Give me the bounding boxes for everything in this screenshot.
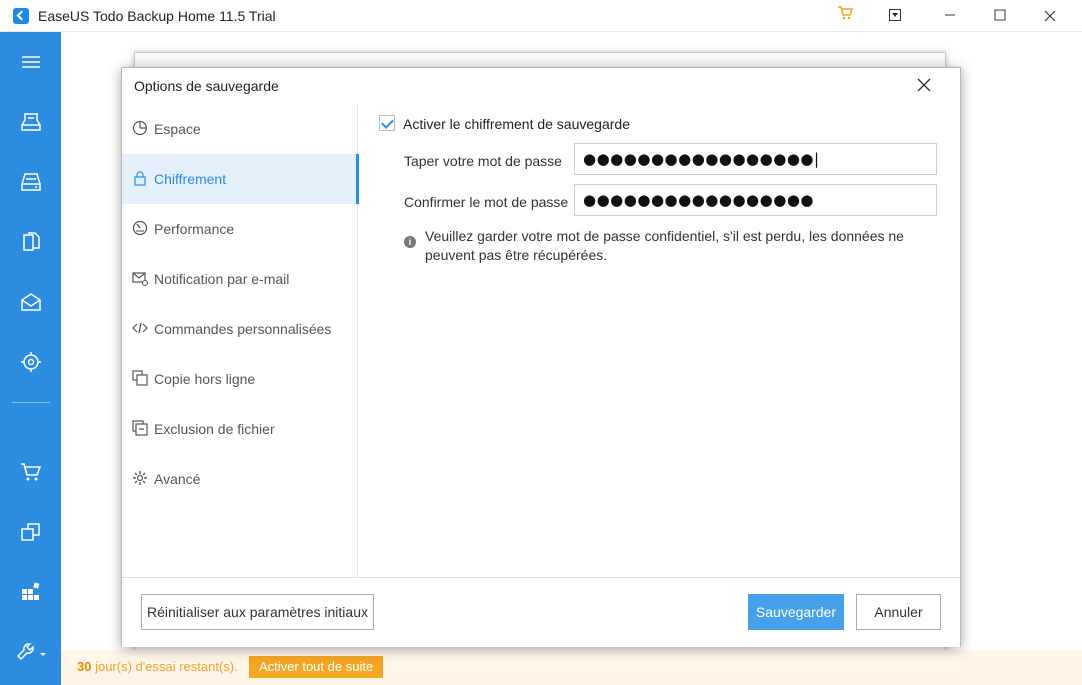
trial-bar: 30 jour(s) d'essai restant(s). Activer t…: [61, 650, 1082, 685]
smart-backup-icon[interactable]: [19, 350, 43, 374]
info-icon: i: [404, 236, 416, 248]
trial-text: jour(s) d'essai restant(s).: [91, 659, 238, 674]
trial-message: 30 jour(s) d'essai restant(s).: [77, 659, 238, 674]
wrench-icon[interactable]: [16, 640, 48, 664]
password-field[interactable]: ●●●●●●●●●●●●●●●●●|: [574, 143, 937, 175]
nav-item-commandes[interactable]: Commandes personnalisées: [122, 304, 358, 354]
dropdown-icon[interactable]: [880, 4, 910, 28]
copy-icon: [132, 370, 148, 386]
file-backup-icon[interactable]: [19, 230, 43, 254]
enable-encryption-label[interactable]: Activer le chiffrement de sauvegarde: [403, 116, 630, 132]
code-icon: [132, 322, 148, 334]
mail-backup-icon[interactable]: [19, 290, 43, 314]
cart-icon-glyph: [838, 6, 854, 20]
encryption-panel: Activer le chiffrement de sauvegarde Tap…: [359, 104, 961, 577]
nav-item-label: Avancé: [154, 471, 201, 487]
nav-item-label: Espace: [154, 121, 201, 137]
clone-icon[interactable]: [19, 520, 43, 544]
system-backup-icon[interactable]: [19, 170, 43, 194]
close-icon-glyph: [1044, 10, 1056, 22]
nav-item-label: Performance: [154, 221, 235, 237]
close-icon: [917, 78, 931, 92]
left-sidebar: [0, 32, 61, 685]
reset-defaults-button[interactable]: Réinitialiser aux paramètres initiaux: [141, 594, 374, 630]
dialog-close-icon[interactable]: [912, 74, 936, 98]
password-label: Taper votre mot de passe: [404, 153, 562, 169]
nav-item-label: Notification par e-mail: [154, 271, 290, 287]
confirm-password-field[interactable]: ●●●●●●●●●●●●●●●●●: [574, 184, 937, 216]
nav-item-avance[interactable]: Avancé: [122, 454, 358, 504]
trial-days: 30: [77, 659, 92, 674]
nav-item-exclusion[interactable]: Exclusion de fichier: [122, 404, 358, 454]
mail-bell-icon: [132, 272, 148, 286]
disk-backup-icon[interactable]: [19, 110, 43, 134]
dialog-title: Options de sauvegarde: [134, 78, 279, 94]
confirm-password-label: Confirmer le mot de passe: [404, 194, 569, 210]
backup-options-dialog: Options de sauvegarde Espace Chiffrement…: [121, 67, 961, 647]
cart-icon[interactable]: [19, 460, 43, 484]
nav-item-label: Exclusion de fichier: [154, 421, 275, 437]
exclude-file-icon: [132, 420, 148, 436]
cart-icon[interactable]: [830, 4, 860, 28]
nav-item-espace[interactable]: Espace: [122, 104, 358, 154]
nav-item-label: Chiffrement: [154, 171, 227, 187]
nav-item-label: Commandes personnalisées: [154, 321, 332, 337]
minimize-icon-glyph: [945, 14, 955, 16]
sidebar-separator: [12, 402, 50, 403]
app-logo-icon: [13, 8, 29, 24]
options-nav: Espace Chiffrement Performance Notificat…: [122, 104, 359, 577]
maximize-icon[interactable]: [985, 4, 1015, 28]
lock-icon: [134, 171, 146, 186]
minimize-icon[interactable]: [935, 4, 965, 28]
dialog-footer: Réinitialiser aux paramètres initiaux Sa…: [122, 577, 960, 647]
cancel-button[interactable]: Annuler: [856, 594, 941, 630]
nav-item-chiffrement[interactable]: Chiffrement: [122, 154, 359, 204]
nav-item-label: Copie hors ligne: [154, 371, 256, 387]
tools-grid-icon[interactable]: [19, 578, 43, 602]
pie-chart-icon: [132, 120, 148, 136]
password-warning: Veuillez garder votre mot de passe confi…: [425, 228, 904, 263]
gauge-icon: [132, 220, 148, 236]
window-title: EaseUS Todo Backup Home 11.5 Trial: [38, 8, 276, 24]
enable-encryption-checkbox[interactable]: [379, 115, 395, 131]
menu-icon[interactable]: [19, 50, 43, 74]
dropdown-icon-glyph: [889, 9, 901, 21]
maximize-icon-glyph: [994, 9, 1006, 21]
save-button[interactable]: Sauvegarder: [748, 594, 844, 630]
nav-item-notification[interactable]: Notification par e-mail: [122, 254, 358, 304]
nav-item-performance[interactable]: Performance: [122, 204, 358, 254]
activate-now-button[interactable]: Activer tout de suite: [249, 656, 384, 678]
close-icon[interactable]: [1035, 4, 1065, 28]
gear-icon: [133, 471, 147, 485]
title-bar: EaseUS Todo Backup Home 11.5 Trial: [0, 0, 1082, 32]
nav-item-copie[interactable]: Copie hors ligne: [122, 354, 358, 404]
